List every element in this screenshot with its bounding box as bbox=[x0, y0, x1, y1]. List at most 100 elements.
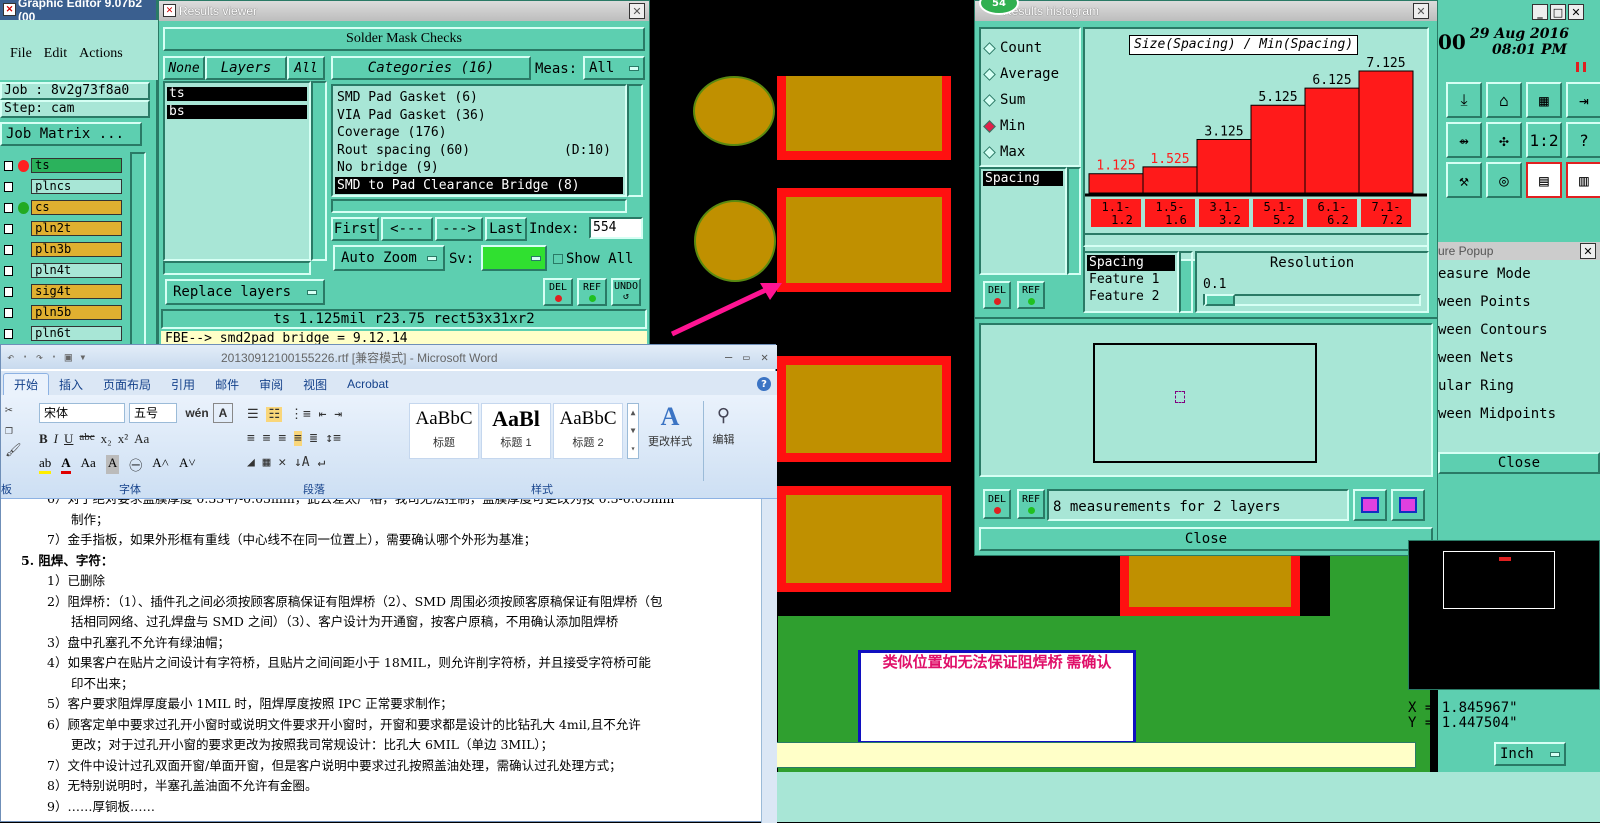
move-icon[interactable]: ✣ bbox=[1486, 122, 1522, 158]
minimize-icon[interactable]: _ bbox=[1532, 4, 1548, 20]
histogram-del-button-2[interactable]: DEL bbox=[983, 489, 1011, 519]
change-styles-button[interactable]: A 更改样式 bbox=[645, 401, 695, 471]
export-icon[interactable]: ⇥ bbox=[1566, 82, 1600, 118]
underline-icon[interactable]: U bbox=[64, 431, 73, 447]
spacing-vscroll[interactable] bbox=[1067, 167, 1081, 275]
layer-row-ts[interactable]: ts bbox=[0, 156, 122, 175]
bullets-icon[interactable]: ☰ bbox=[247, 407, 259, 422]
layers2-icon[interactable]: ▥ bbox=[1566, 162, 1600, 198]
layer-checkbox[interactable] bbox=[4, 244, 14, 255]
layer-checkbox[interactable] bbox=[4, 202, 14, 213]
layer-checkbox[interactable] bbox=[4, 181, 14, 192]
bold-icon[interactable]: B bbox=[39, 431, 48, 447]
slider-thumb[interactable] bbox=[1205, 294, 1235, 306]
enclose-icon[interactable]: ㊀ bbox=[129, 455, 142, 474]
minimap[interactable] bbox=[1408, 540, 1600, 690]
layer-checkbox[interactable] bbox=[4, 265, 14, 276]
close-icon[interactable]: ✕ bbox=[1413, 3, 1429, 19]
close-icon[interactable]: ✕ bbox=[761, 350, 768, 364]
mode-max[interactable]: Max bbox=[983, 139, 1075, 165]
none-button[interactable]: None bbox=[163, 56, 205, 80]
snap-icon[interactable]: ⇴ bbox=[1446, 122, 1482, 158]
borders-icon[interactable]: ▦ bbox=[263, 455, 271, 470]
resolution-slider[interactable] bbox=[1203, 294, 1421, 306]
measure-item[interactable]: ween Nets bbox=[1438, 346, 1600, 374]
document-body[interactable]: 6）对于绝对要求盖膜厚度 0.33+/-0.03mm，此公差太严格，我司无法控制… bbox=[1, 499, 761, 823]
ratio-icon[interactable]: 1:2 bbox=[1526, 122, 1562, 158]
help-icon[interactable]: ? bbox=[1566, 122, 1600, 158]
font-color-icon[interactable]: A bbox=[61, 455, 71, 474]
sv-color-dropdown[interactable] bbox=[481, 245, 547, 271]
ribbon-tab-7[interactable]: Acrobat bbox=[337, 373, 398, 395]
measure-close-button[interactable]: Close bbox=[1438, 452, 1600, 474]
layer-checkbox[interactable] bbox=[4, 307, 14, 318]
numbering-icon[interactable]: ☷ bbox=[266, 407, 283, 422]
job-matrix-button[interactable]: Job Matrix ... bbox=[0, 122, 142, 146]
units-dropdown[interactable]: Inch bbox=[1494, 742, 1566, 766]
spacing-item[interactable]: Spacing bbox=[983, 171, 1063, 186]
layer-row-pln6t[interactable]: pln6t bbox=[0, 324, 122, 343]
measure-item[interactable]: ular Ring bbox=[1438, 374, 1600, 402]
meas-dropdown[interactable]: All bbox=[583, 56, 645, 80]
style-scroll[interactable]: ▲ ▼ ▾ bbox=[627, 403, 639, 459]
layer-row-cs[interactable]: cs bbox=[0, 198, 122, 217]
ribbon-tab-0[interactable]: 开始 bbox=[3, 373, 50, 395]
category-item[interactable]: VIA Pad Gasket (36) bbox=[335, 107, 623, 125]
edit-button[interactable]: ⚲ 编辑 bbox=[703, 401, 743, 481]
feature-vscroll[interactable] bbox=[1179, 251, 1193, 313]
distribute-icon[interactable]: ≣ bbox=[310, 431, 318, 446]
cut-icon[interactable]: ✂ bbox=[5, 401, 33, 421]
layer-checkbox[interactable] bbox=[4, 160, 14, 171]
category-hscroll[interactable] bbox=[331, 199, 627, 213]
layer-row-pln5b[interactable]: pln5b bbox=[0, 303, 122, 322]
font-name-select[interactable]: 宋体 bbox=[39, 403, 125, 423]
asian-layout-icon[interactable]: ✕ bbox=[278, 455, 286, 470]
format-painter-icon[interactable]: 🖌 bbox=[5, 441, 33, 461]
category-item[interactable]: Coverage (176) bbox=[335, 124, 623, 142]
category-item[interactable]: No bridge (9) bbox=[335, 159, 623, 177]
histogram-ref-button[interactable]: REF bbox=[1017, 281, 1045, 309]
ref-button[interactable]: REF bbox=[577, 278, 607, 306]
char-shading-icon[interactable]: A bbox=[105, 455, 120, 474]
mode-sum[interactable]: Sum bbox=[983, 87, 1075, 113]
style-item[interactable]: AaBbC 标题 2 bbox=[553, 403, 623, 459]
align-left-icon[interactable]: ≡ bbox=[247, 431, 255, 446]
histogram-del-button[interactable]: DEL bbox=[983, 281, 1011, 309]
line-spacing-icon[interactable]: ↕≡ bbox=[325, 431, 341, 446]
del-button[interactable]: DEL bbox=[543, 278, 573, 306]
import-icon[interactable] bbox=[1391, 489, 1425, 521]
feature-item-spacing[interactable]: Spacing bbox=[1087, 255, 1175, 271]
category-item[interactable]: Rout spacing (60) (D:10) bbox=[335, 142, 623, 160]
close-icon[interactable]: ✕ bbox=[1568, 4, 1584, 20]
multilevel-icon[interactable]: ⋮≡ bbox=[290, 407, 311, 422]
close-icon[interactable]: ✕ bbox=[1580, 243, 1596, 259]
results-layer-bs[interactable]: bs bbox=[167, 105, 307, 119]
measure-item[interactable]: easure Mode bbox=[1438, 262, 1600, 290]
layer-list-hscroll[interactable] bbox=[163, 261, 311, 275]
char-scale-icon[interactable]: Aa bbox=[81, 455, 96, 474]
help-icon[interactable]: ? bbox=[757, 377, 771, 391]
home-icon[interactable]: ⌂ bbox=[1486, 82, 1522, 118]
increase-indent-icon[interactable]: ⇥ bbox=[334, 407, 342, 422]
copy-icon[interactable]: ❐ bbox=[5, 421, 33, 441]
sort-icon[interactable]: ↓A bbox=[294, 455, 310, 470]
maximize-icon[interactable]: ▭ bbox=[743, 351, 750, 364]
mode-min[interactable]: Min bbox=[983, 113, 1075, 139]
maximize-icon[interactable]: □ bbox=[1550, 4, 1566, 20]
save-icon[interactable]: ⤓ bbox=[1446, 82, 1482, 118]
category-vscroll[interactable] bbox=[627, 84, 643, 197]
highlight-icon[interactable]: ab bbox=[39, 455, 52, 474]
italic-icon[interactable]: I bbox=[54, 431, 58, 447]
ribbon-tab-2[interactable]: 页面布局 bbox=[93, 373, 161, 395]
font-shrink-icon[interactable]: A˅ bbox=[179, 455, 196, 474]
layer-checkbox[interactable] bbox=[4, 223, 14, 234]
export-icon[interactable] bbox=[1353, 489, 1387, 521]
quick-access[interactable]: ↶ · ↷ · ▣ ▾ bbox=[7, 350, 86, 364]
mode-count[interactable]: Count bbox=[983, 35, 1075, 61]
show-all-checkbox[interactable]: Show All bbox=[553, 251, 633, 267]
histogram-close-button[interactable]: Close bbox=[979, 527, 1433, 551]
undo-button[interactable]: UNDO ↺ bbox=[611, 278, 641, 306]
histogram-ref-button-2[interactable]: REF bbox=[1017, 489, 1045, 519]
mode-average[interactable]: Average bbox=[983, 61, 1075, 87]
results-layer-ts[interactable]: ts bbox=[167, 87, 307, 101]
